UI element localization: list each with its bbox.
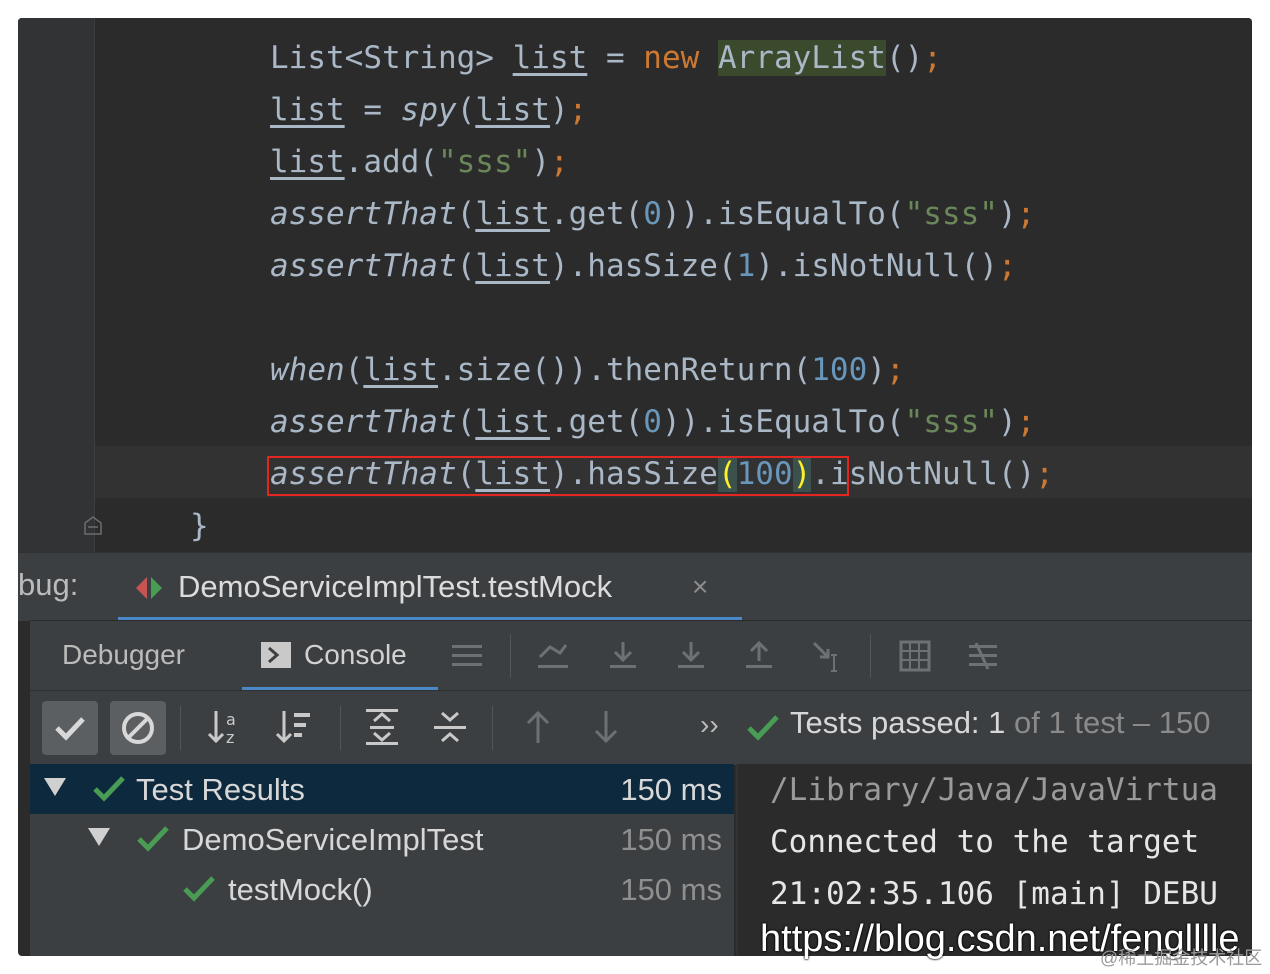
code-line-7: assertThat(list.get(0)).isEqualTo("sss")…	[270, 404, 1036, 440]
show-passed-toggle[interactable]	[42, 701, 98, 755]
ignored-icon	[122, 712, 154, 744]
test-results-tree: Test Results 150 ms DemoServiceImplTest …	[30, 764, 734, 956]
console-icon	[261, 642, 291, 668]
tree-duration: 150 ms	[620, 772, 722, 807]
tree-duration: 150 ms	[620, 872, 722, 907]
passed-check-icon	[93, 776, 125, 802]
toolbar-separator	[870, 634, 871, 678]
toolbar-separator	[492, 706, 493, 750]
previous-failed-icon[interactable]	[518, 707, 558, 747]
fold-icon[interactable]	[84, 515, 102, 535]
code-line-1: List<String> list = new ArrayList();	[270, 40, 942, 76]
tree-row-test-results[interactable]: Test Results 150 ms	[30, 764, 734, 814]
code-editor[interactable]: List<String> list = new ArrayList(); lis…	[18, 18, 1252, 552]
tree-row-test-mock[interactable]: testMock() 150 ms	[30, 864, 734, 914]
sort-by-duration-icon[interactable]	[274, 707, 314, 747]
close-icon[interactable]: ×	[692, 571, 708, 603]
debug-label: bug:	[18, 567, 79, 602]
evaluate-expression-icon[interactable]	[898, 639, 932, 673]
console-line: 21:02:35.106 [main] DEBU	[770, 876, 1218, 912]
tab-console[interactable]: Console	[242, 621, 438, 691]
console-line: /Library/Java/JavaVirtua	[770, 772, 1218, 808]
expand-all-icon[interactable]	[362, 707, 402, 747]
svg-text:a: a	[226, 710, 236, 729]
tab-demo-service-test[interactable]: DemoServiceImplTest.testMock ×	[118, 553, 742, 621]
passed-check-icon	[183, 876, 215, 902]
code-line-4: assertThat(list.get(0)).isEqualTo("sss")…	[270, 196, 1036, 232]
code-line-2: list = spy(list);	[270, 92, 588, 128]
editor-gutter	[18, 18, 94, 552]
show-execution-point-icon[interactable]	[536, 639, 570, 673]
toolbar-separator	[340, 706, 341, 750]
test-summary: Tests passed: 1 of 1 test – 150	[790, 705, 1211, 740]
checkmark-icon	[55, 717, 85, 741]
svg-text:z: z	[226, 728, 234, 747]
next-failed-icon[interactable]	[586, 707, 626, 747]
step-out-icon[interactable]	[742, 639, 776, 673]
tab-title: DemoServiceImplTest.testMock	[178, 569, 613, 604]
tree-label: testMock()	[228, 872, 373, 907]
tree-row-demo-service-test[interactable]: DemoServiceImplTest 150 ms	[30, 814, 734, 864]
tree-duration: 150 ms	[620, 822, 722, 857]
expand-triangle-icon[interactable]	[88, 828, 110, 846]
collapse-all-icon[interactable]	[430, 707, 470, 747]
console-line: Connected to the target	[770, 824, 1218, 860]
debug-tab-bar: bug: DemoServiceImplTest.testMock ×	[18, 552, 1252, 621]
tree-label: DemoServiceImplTest	[182, 822, 484, 857]
toolbar-separator	[510, 634, 511, 678]
run-config-icon	[136, 577, 162, 599]
console-label: Console	[304, 639, 407, 670]
code-line-6: when(list.size()).thenReturn(100);	[270, 352, 905, 388]
step-over-icon[interactable]	[606, 639, 640, 673]
passed-check-icon	[137, 826, 169, 852]
run-to-cursor-icon[interactable]	[810, 639, 844, 673]
tree-label: Test Results	[136, 772, 305, 807]
more-actions-chevron[interactable]: ››	[700, 709, 719, 741]
toolbar-separator	[180, 706, 181, 750]
watermark-community: @稀土掘金技术社区	[1100, 948, 1263, 968]
passed-check-icon	[747, 715, 779, 741]
layout-menu-icon[interactable]	[450, 639, 484, 673]
sort-alphabetically-icon[interactable]: az	[204, 707, 244, 747]
test-runner-toolbar: az ›› Tests passed: 1 of 1 test – 150	[30, 690, 1252, 765]
error-highlight-box	[267, 456, 849, 496]
debug-toolbar: Debugger Console	[30, 620, 1252, 691]
code-line-9: }	[190, 508, 209, 544]
trace-settings-icon[interactable]	[966, 639, 1000, 673]
expand-triangle-icon[interactable]	[44, 778, 66, 796]
tab-debugger[interactable]: Debugger	[62, 639, 185, 671]
code-line-3: list.add("sss");	[270, 144, 569, 180]
ide-window: List<String> list = new ArrayList(); lis…	[18, 18, 1252, 956]
code-line-5: assertThat(list).hasSize(1).isNotNull();	[270, 248, 1017, 284]
step-into-icon[interactable]	[674, 639, 708, 673]
show-ignored-toggle[interactable]	[110, 701, 166, 755]
